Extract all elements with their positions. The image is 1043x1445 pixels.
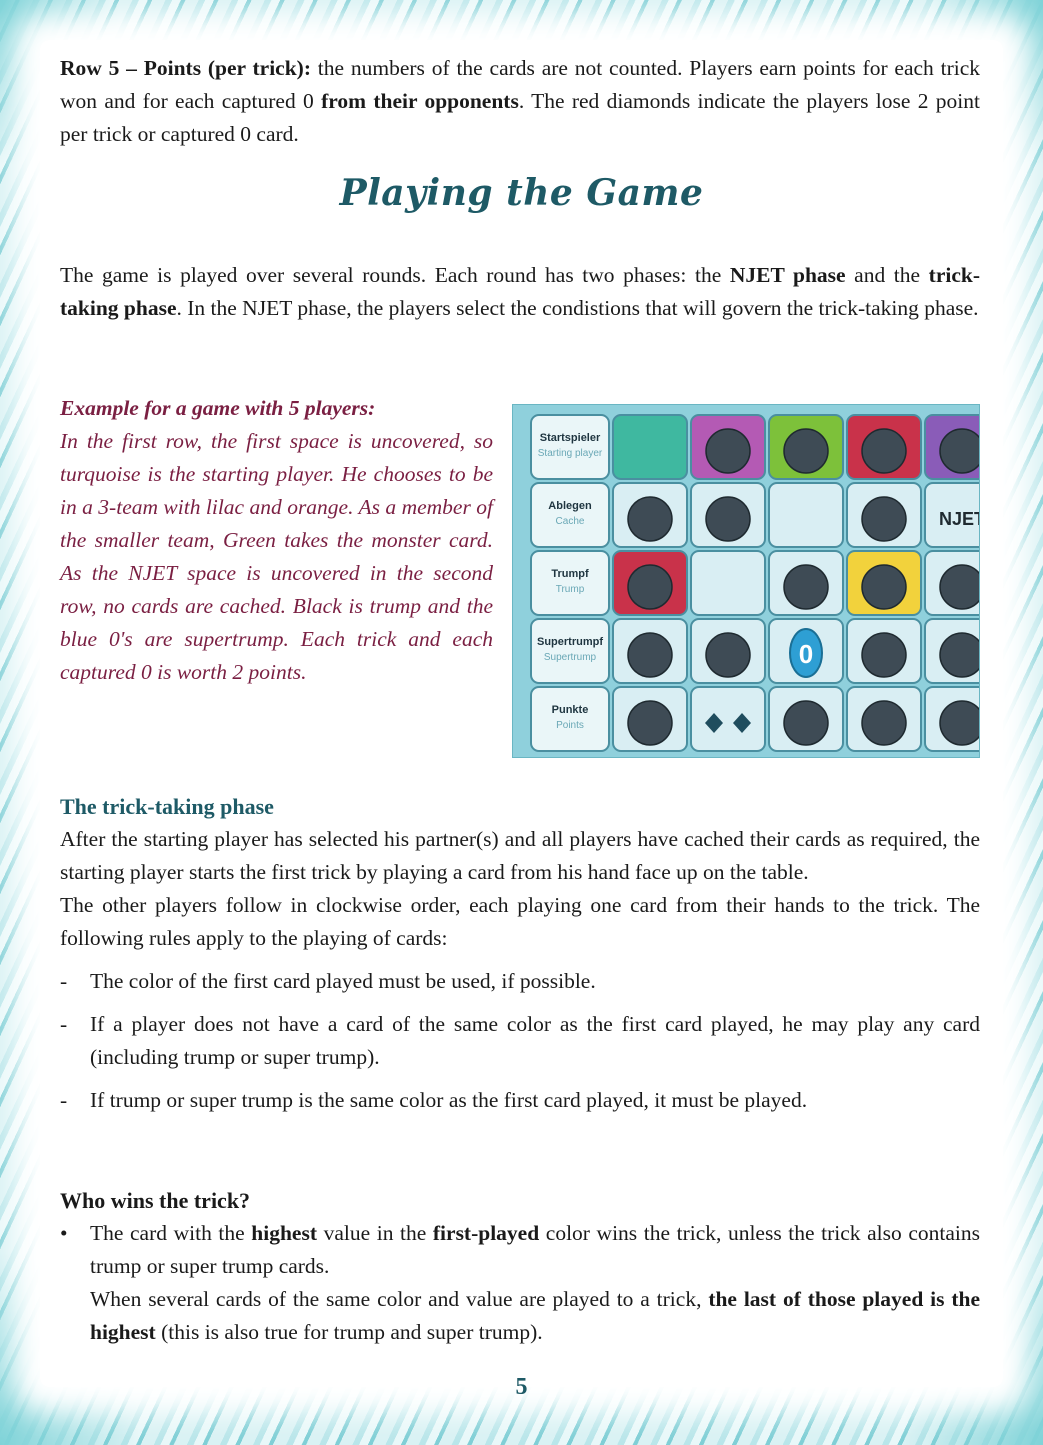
rule-dash: - (60, 969, 68, 993)
who-wins-item: • The card with the highest value in the… (60, 1217, 980, 1349)
njet-token (861, 496, 907, 542)
njet-token (705, 428, 751, 474)
row5-bold: from their opponents (321, 89, 519, 113)
rule-dash: - (60, 1088, 68, 1112)
example-title: Example for a game with 5 players: (60, 396, 376, 420)
njet-token (861, 632, 907, 678)
who-wins-section: Who wins the trick? • The card with the … (60, 1184, 980, 1349)
board-cell (768, 482, 844, 548)
board-row-label-de: Ablegen (548, 500, 592, 512)
intro-section: The game is played over several rounds. … (60, 259, 980, 325)
page-number: 5 (515, 1374, 528, 1400)
board-cell (612, 414, 688, 480)
trick-phase-p2: The other players follow in clockwise or… (60, 893, 980, 950)
njet-token (939, 632, 979, 678)
bullet-mark: • (60, 1221, 68, 1245)
rule-item: - If trump or super trump is the same co… (60, 1084, 980, 1117)
board-row-label-box (530, 414, 610, 480)
njet-token (705, 632, 751, 678)
zero-label: 0 (799, 639, 813, 669)
intro-text-2: and the (845, 263, 929, 287)
intro-text-3: . In the NJET phase, the players select … (176, 296, 979, 320)
njet-token (627, 496, 673, 542)
row5-label: Row 5 – Points (per trick): (60, 56, 311, 80)
rule-item: - If a player does not have a card of th… (60, 1008, 980, 1074)
njet-token (705, 496, 751, 542)
board-row-label-box (530, 618, 610, 684)
board-row-label-box (530, 482, 610, 548)
njet-token (861, 564, 907, 610)
board-row-label-box (530, 550, 610, 616)
trick-phase-section: The trick-taking phase After the startin… (60, 790, 980, 1117)
board-row-label-en: Points (556, 720, 584, 731)
njet-token (627, 700, 673, 746)
example-box: Example for a game with 5 players: In th… (60, 392, 493, 689)
game-board-figure: Startspieler Starting player Ablegen Cache N… (512, 404, 980, 758)
intro-text: The game is played over several rounds. … (60, 263, 730, 287)
who-wins-t5: (this is also true for trump and super t… (155, 1320, 543, 1344)
rule-item: - The color of the first card played mus… (60, 965, 980, 998)
who-wins-title: Who wins the trick? (60, 1188, 251, 1213)
njet-token (939, 564, 979, 610)
njet-label: NJET (939, 509, 979, 529)
example-body: In the first row, the first space is unc… (60, 429, 493, 684)
section-heading: Playing the Game (339, 172, 704, 214)
board-row-label-en: Cache (556, 516, 585, 527)
intro-paragraph: The game is played over several rounds. … (60, 259, 980, 325)
njet-token (627, 564, 673, 610)
board-row-label-de: Trumpf (551, 568, 589, 580)
njet-token (939, 700, 979, 746)
rule-text: If a player does not have a card of the … (90, 1012, 980, 1069)
njet-token (627, 632, 673, 678)
board-row-label-box (530, 686, 610, 752)
board-cell (690, 550, 766, 616)
njet-token (861, 428, 907, 474)
board-row-label-en: Starting player (538, 448, 603, 459)
rule-text: If trump or super trump is the same colo… (90, 1088, 808, 1112)
game-board-svg: Startspieler Starting player Ablegen Cache N… (530, 414, 979, 752)
trick-phase-p1: After the starting player has selected h… (60, 827, 980, 884)
board-row-label-en: Supertrump (544, 652, 597, 663)
trick-phase-title: The trick-taking phase (60, 794, 274, 819)
who-wins-text: The card with the highest value in the f… (90, 1217, 980, 1349)
board-row-label-de: Punkte (552, 704, 589, 716)
njet-token (939, 428, 979, 474)
njet-token (783, 428, 829, 474)
njet-token (783, 564, 829, 610)
who-wins-t2: value in the (316, 1221, 433, 1245)
rule-dash: - (60, 1012, 68, 1036)
who-wins-bold-highest: highest (251, 1221, 317, 1245)
intro-bold-njet: NJET phase (729, 263, 846, 287)
njet-token (783, 700, 829, 746)
row5-paragraph: Row 5 – Points (per trick): the numbers … (60, 52, 980, 151)
board-row-label-de: Startspieler (540, 432, 601, 444)
rule-text: The color of the first card played must … (90, 969, 596, 993)
who-wins-bold-first: first-played (432, 1221, 540, 1245)
row5-section: Row 5 – Points (per trick): the numbers … (60, 52, 980, 151)
who-wins-t4: When several cards of the same color and… (90, 1287, 709, 1311)
board-cell (690, 686, 766, 752)
njet-token (861, 700, 907, 746)
board-row-label-en: Trump (556, 584, 585, 595)
board-row-label-de: Supertrumpf (537, 636, 603, 648)
who-wins-t1: The card with the (90, 1221, 252, 1245)
